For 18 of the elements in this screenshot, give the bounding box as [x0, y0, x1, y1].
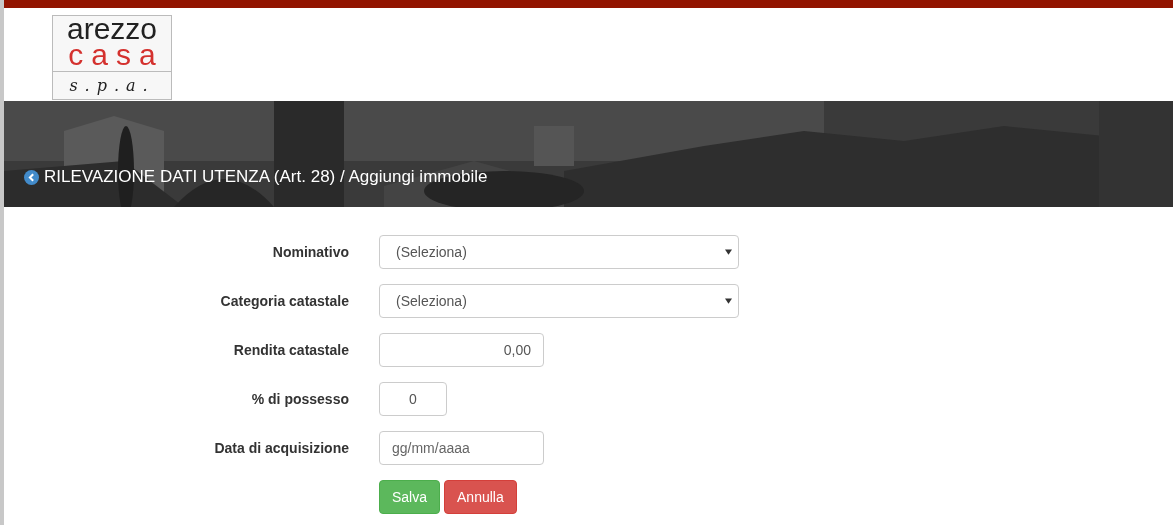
- input-field[interactable]: gg/mm/aaaa: [379, 430, 544, 465]
- logo-text: arezzo: [66, 16, 157, 42]
- field-label: % di possesso: [250, 390, 350, 407]
- caret-icon: [725, 248, 732, 255]
- field-label: Data di acquisizione: [213, 439, 350, 456]
- logo-text: s.p.a.: [53, 71, 171, 95]
- caret-icon: [725, 297, 732, 304]
- input-field[interactable]: 0: [379, 381, 447, 416]
- field-label: Categoria catastale: [219, 292, 350, 309]
- logo-text: casa: [68, 42, 164, 68]
- page-title: RILEVAZIONE DATI UTENZA (Art. 28) / Aggiungi immobile: [44, 167, 488, 187]
- field-label: Nominativo: [271, 243, 350, 260]
- dropdown[interactable]: (Seleziona): [379, 234, 739, 269]
- cancel-button[interactable]: Annulla: [444, 479, 517, 514]
- back-icon[interactable]: [24, 169, 39, 185]
- field-label: Rendita catastale: [232, 341, 350, 358]
- input-field[interactable]: 0,00: [379, 332, 544, 367]
- dropdown[interactable]: (Seleziona): [379, 283, 739, 318]
